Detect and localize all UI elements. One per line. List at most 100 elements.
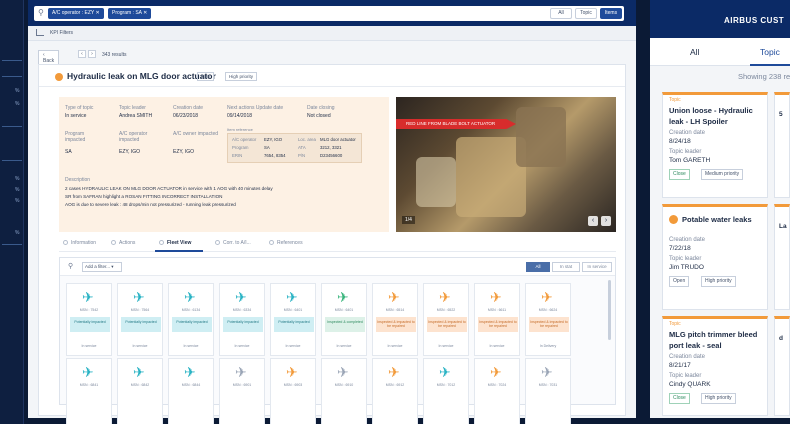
aircraft-icon: ✈: [439, 289, 451, 305]
sidebar-divider: [2, 76, 22, 77]
topic-list-card[interactable]: Topic Union loose - Hydraulic leak - LH Sp…: [662, 92, 768, 198]
filter-chip-program[interactable]: Program : SA ✕: [108, 8, 152, 19]
aircraft-icon: ✈: [439, 364, 451, 380]
aircraft-card[interactable]: ✈ MSN : 6334 Potentially impacted In servic…: [219, 283, 265, 356]
aircraft-card[interactable]: ✈ MSN : 6514 Inspected & impacted to be re…: [372, 283, 418, 356]
topic-leader-label: Topic leader: [669, 373, 702, 379]
topic-header: Hydraulic leak on MLG door actuator Item…: [39, 65, 625, 87]
sidebar-percent: %: [15, 101, 20, 107]
aircraft-status-badge: Potentially impacted: [70, 317, 110, 332]
aircraft-card[interactable]: ✈ MSN : 6901: [219, 358, 265, 424]
photo-next-button[interactable]: ›: [601, 216, 611, 226]
aircraft-status-badge: Inspected & impacted to be repaired: [376, 317, 416, 332]
aircraft-msn: MSN : 6334: [232, 308, 252, 312]
aircraft-msn: MSN : 6624: [538, 308, 558, 312]
results-count: 343 results: [102, 52, 127, 58]
owner-label: A/C owner impacted: [173, 131, 219, 137]
topic-list-panel: AIRBUS CUST All Topic Showing 238 re Top…: [650, 0, 790, 418]
priority-badge: High priority: [701, 393, 736, 404]
photo-prev-button[interactable]: ‹: [588, 216, 598, 226]
fleet-filter-in-service[interactable]: In service: [582, 262, 612, 272]
aircraft-card[interactable]: ✈ MSN : 6401 Potentially impacted In servic…: [270, 283, 316, 356]
aircraft-card[interactable]: ✈ MSN : 6611 Inspected & impacted to be re…: [474, 283, 520, 356]
topic-state-button[interactable]: Close: [669, 169, 690, 180]
fleet-toolbar: ⚲ Add a filter... ▾ All In stat In servi…: [60, 258, 615, 276]
aircraft-icon: ✈: [133, 364, 145, 380]
kpi-filters-toggle[interactable]: KPI Filters: [50, 30, 73, 36]
ref-label: ERIN: [232, 153, 243, 158]
creation-date-value: 8/21/17: [669, 362, 691, 369]
topic-list-card-partial[interactable]: 5: [774, 92, 790, 198]
fleet-filter-in-stat[interactable]: In stat: [552, 262, 580, 272]
program-label: Program impacted: [65, 131, 86, 143]
aircraft-icon: ✈: [388, 289, 400, 305]
prev-result-button[interactable]: ‹: [78, 50, 86, 58]
scope-all-button[interactable]: All: [550, 8, 572, 19]
actions-icon: [111, 240, 116, 246]
aircraft-msn: MSN : 7031: [538, 383, 558, 387]
aircraft-msn: MSN : 6401: [283, 308, 303, 312]
tab-actions[interactable]: Actions: [111, 240, 135, 246]
next-result-button[interactable]: ›: [88, 50, 96, 58]
aircraft-status-badge: Potentially impacted: [121, 317, 161, 332]
aircraft-service-state: In service: [132, 344, 148, 348]
topic-kind-label: Topic: [669, 97, 681, 103]
scope-items-button[interactable]: Items: [600, 8, 622, 19]
aircraft-card[interactable]: ✈ MSN : 6912: [372, 358, 418, 424]
search-bar[interactable]: ⚲ A/C operator : EZY ✕ Program : SA ✕ Al…: [34, 6, 624, 21]
tab-all[interactable]: All: [690, 47, 699, 57]
topic-state-button[interactable]: Open: [669, 276, 690, 287]
tab-information[interactable]: Information: [63, 240, 96, 246]
scope-topic-button[interactable]: Topic: [575, 8, 597, 19]
tab-topic[interactable]: Topic: [760, 47, 780, 57]
topic-type-icon: [669, 215, 678, 224]
aircraft-card[interactable]: ✈ MSN : 6401 Inspected & completed In servi…: [321, 283, 367, 356]
tab-fleet-view[interactable]: Fleet View: [159, 240, 191, 246]
topic-list-card-partial[interactable]: d: [774, 316, 790, 416]
ref-label: ATA: [298, 145, 306, 150]
fleet-search-icon[interactable]: ⚲: [68, 262, 73, 270]
aircraft-card[interactable]: ✈ MSN : 7542 Potentially impacted In servic…: [66, 283, 112, 356]
aircraft-icon: ✈: [337, 364, 349, 380]
tab-references[interactable]: References: [269, 240, 303, 246]
aircraft-service-state: In service: [183, 344, 199, 348]
item-tag: Item: [197, 72, 214, 81]
topic-photo[interactable]: RED LINE FROM BLADE BOLT ACTUATOR 1/4 ‹ …: [396, 97, 616, 232]
aircraft-msn: MSN : 6401: [334, 308, 354, 312]
aircraft-card[interactable]: ✈ MSN : 7564 Potentially impacted In servic…: [117, 283, 163, 356]
add-filter-dropdown[interactable]: Add a filter... ▾: [82, 262, 122, 272]
topic-list-card[interactable]: Potable water leaks Creation date 7/22/18 T…: [662, 204, 768, 310]
aircraft-icon: ✈: [184, 289, 196, 305]
aircraft-card[interactable]: ✈ MSN : 6903: [270, 358, 316, 424]
ref-label: Program: [232, 145, 249, 150]
filter-chip-operator[interactable]: A/C operator : EZY ✕: [48, 8, 104, 19]
tab-corr[interactable]: Corr. to A/I...: [215, 240, 251, 246]
aircraft-status-badge: Inspected & impacted to be repaired: [529, 317, 569, 332]
topic-list-card-partial[interactable]: La: [774, 204, 790, 310]
fleet-filter-all[interactable]: All: [526, 262, 550, 272]
aircraft-card[interactable]: ✈ MSN : 6844: [168, 358, 214, 424]
aircraft-card[interactable]: ✈ MSN : 7012: [423, 358, 469, 424]
fleet-icon: [159, 240, 164, 246]
type-value: In service: [65, 113, 87, 119]
topic-state-button[interactable]: Close: [669, 393, 690, 404]
aircraft-card[interactable]: ✈ MSN : 7024: [474, 358, 520, 424]
ref-value: MLG door actuator: [320, 137, 356, 142]
aircraft-card[interactable]: ✈ MSN : 6522 Inspected & impacted to be re…: [423, 283, 469, 356]
ref-label: Loc. area: [298, 137, 316, 142]
aircraft-card[interactable]: ✈ MSN : 6841: [66, 358, 112, 424]
aircraft-service-state: In service: [489, 344, 505, 348]
topic-card-title: leak - LH Spoiler: [669, 117, 728, 126]
topic-list-card[interactable]: Topic MLG pitch trimmer bleed port leak - …: [662, 316, 768, 416]
aircraft-card[interactable]: ✈ MSN : 6842: [117, 358, 163, 424]
aircraft-card[interactable]: ✈ MSN : 6624 Inspected & impacted to be re…: [525, 283, 571, 356]
aircraft-icon: ✈: [82, 289, 94, 305]
aircraft-card[interactable]: ✈ MSN : 6134 Potentially impacted In servic…: [168, 283, 214, 356]
aircraft-status-badge: Potentially impacted: [274, 317, 314, 332]
chart-icon: [36, 29, 44, 36]
fleet-scrollbar[interactable]: [608, 280, 611, 340]
aircraft-card[interactable]: ✈ MSN : 7031: [525, 358, 571, 424]
aircraft-card[interactable]: ✈ MSN : 6910: [321, 358, 367, 424]
aircraft-msn: MSN : 6912: [385, 383, 405, 387]
topic-leader-value: Tom GARETH: [669, 157, 711, 164]
